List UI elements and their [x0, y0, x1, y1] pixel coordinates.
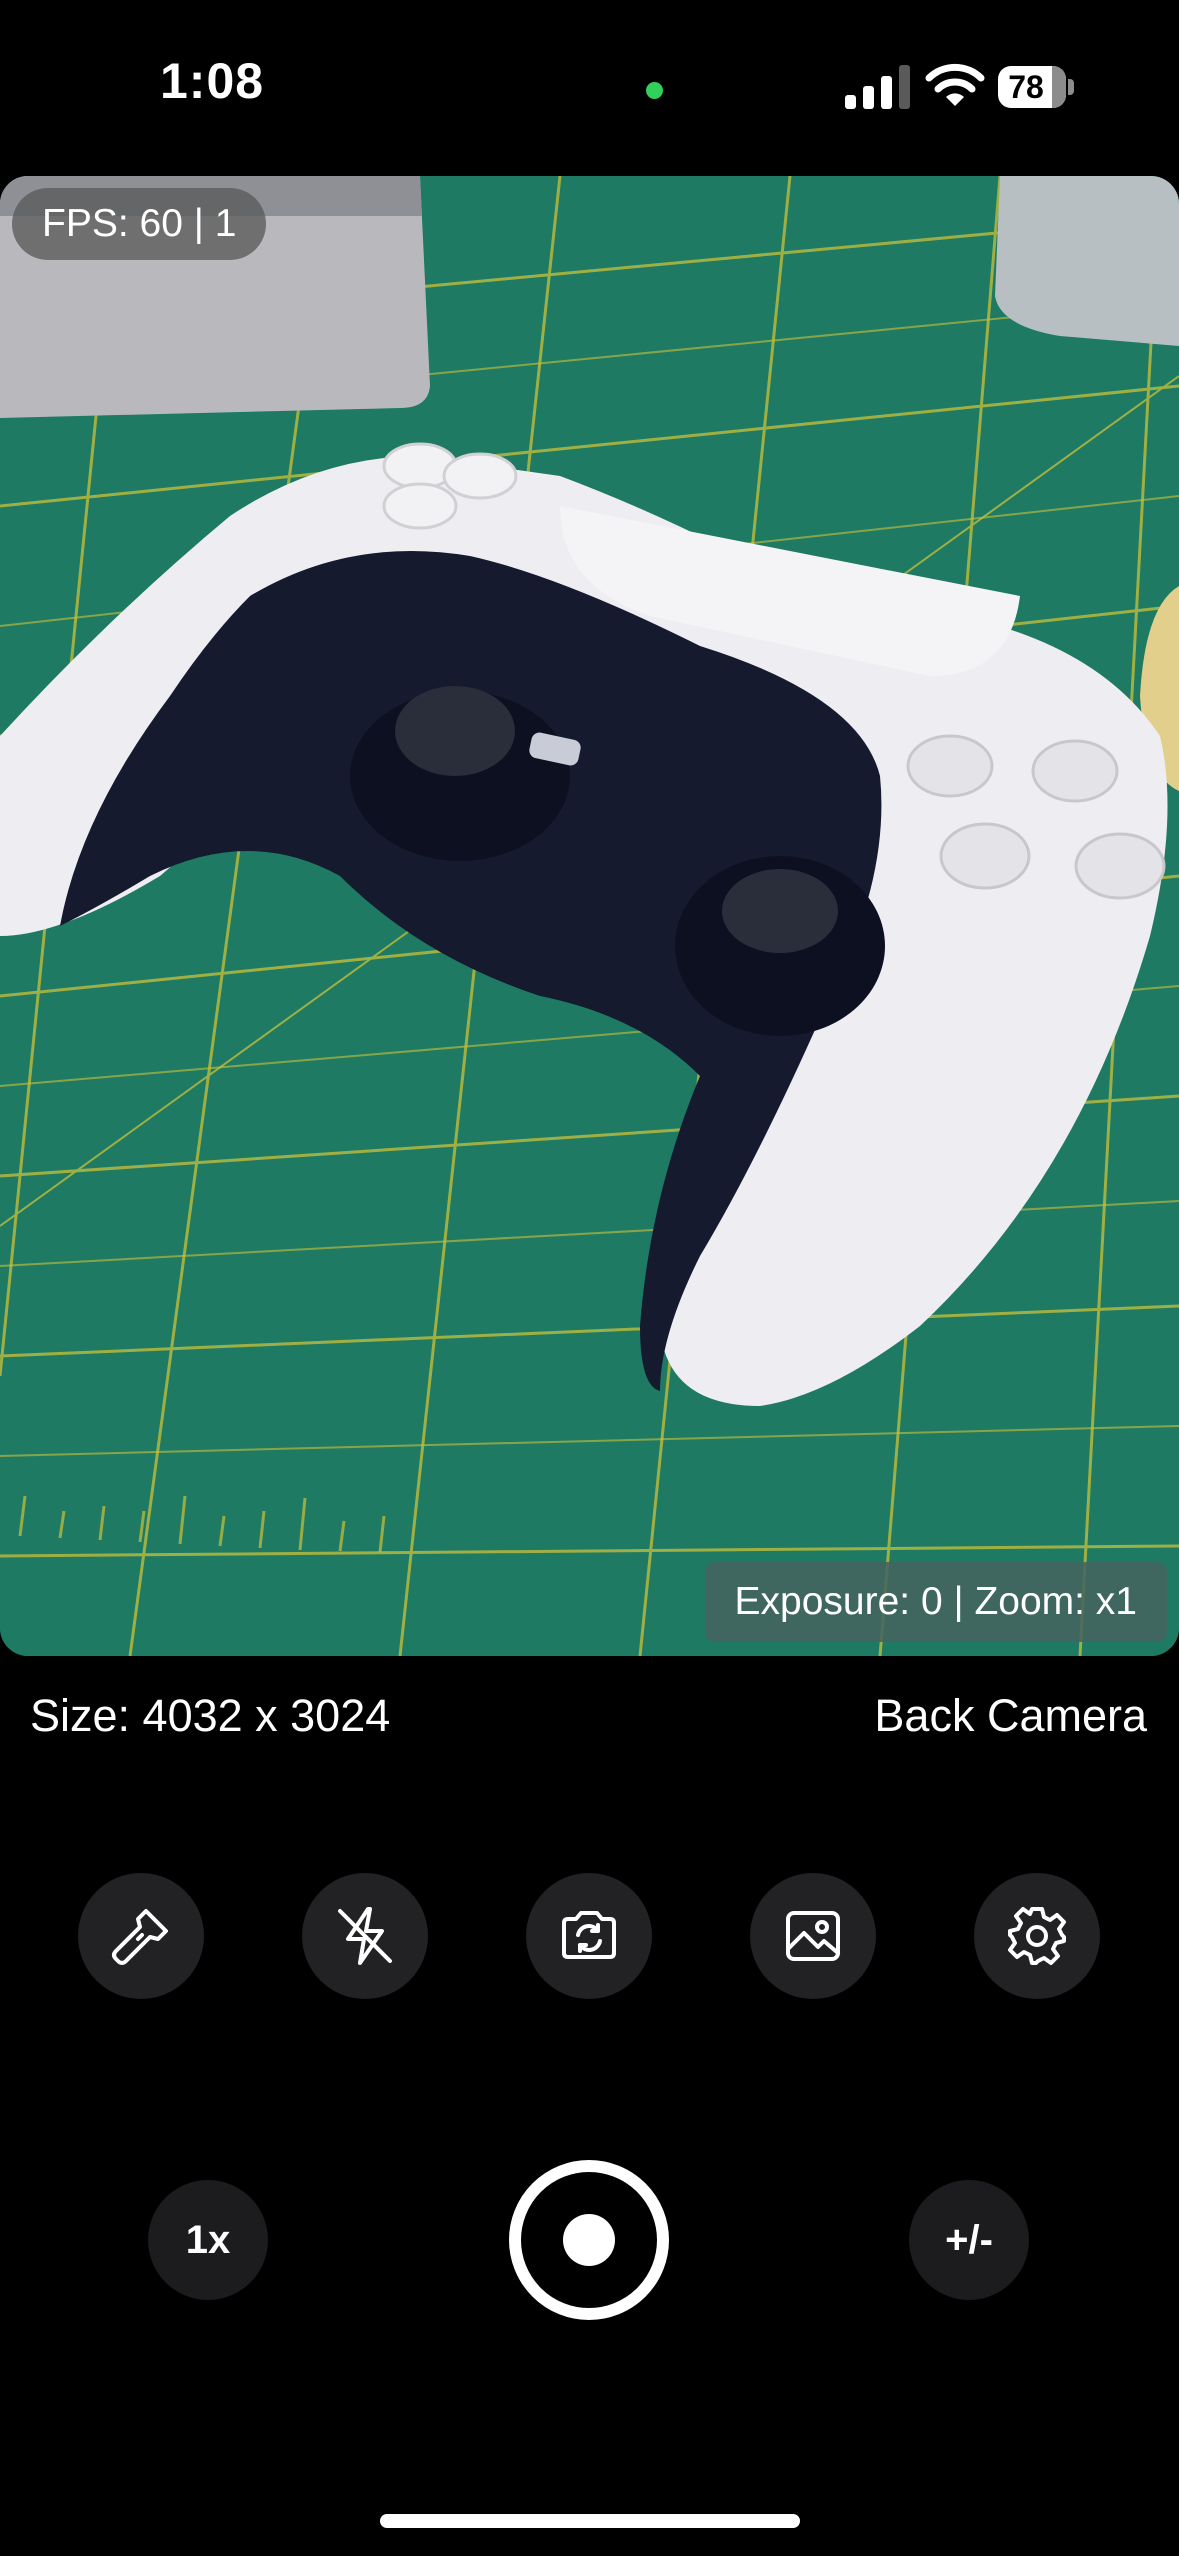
status-time: 1:08	[160, 53, 265, 109]
shutter-button[interactable]	[509, 2160, 669, 2320]
gear-icon	[1008, 1907, 1066, 1965]
camera-in-use-indicator	[646, 82, 663, 99]
camera-preview[interactable]: FPS: 60 | 1 Exposure: 0 | Zoom: x1	[0, 176, 1179, 1656]
camera-switch-icon	[562, 1911, 616, 1959]
cellular-signal-icon	[845, 65, 910, 109]
torch-button[interactable]	[78, 1873, 204, 1999]
flash-button[interactable]	[302, 1873, 428, 1999]
flash-off-icon	[338, 1907, 392, 1965]
preview-image	[0, 176, 1179, 1656]
battery-icon: 78	[998, 66, 1078, 108]
battery-percentage: 78	[1008, 69, 1044, 105]
settings-button[interactable]	[974, 1873, 1100, 1999]
active-camera-label: Back Camera	[874, 1690, 1147, 1741]
capture-size-label: Size: 4032 x 3024	[30, 1690, 391, 1741]
status-bar: 1:08 78	[0, 0, 1179, 170]
flashlight-icon	[112, 1909, 168, 1965]
exposure-toggle-button[interactable]: +/-	[909, 2180, 1029, 2300]
fps-indicator: FPS: 60 | 1	[12, 188, 267, 260]
image-icon	[786, 1911, 840, 1961]
shutter-inner	[563, 2214, 615, 2266]
zoom-button[interactable]: 1x	[148, 2180, 268, 2300]
switch-camera-button[interactable]	[526, 1873, 652, 1999]
wifi-icon	[925, 63, 985, 106]
home-indicator[interactable]	[380, 2514, 800, 2528]
gallery-button[interactable]	[750, 1873, 876, 1999]
exposure-zoom-indicator: Exposure: 0 | Zoom: x1	[704, 1562, 1167, 1642]
